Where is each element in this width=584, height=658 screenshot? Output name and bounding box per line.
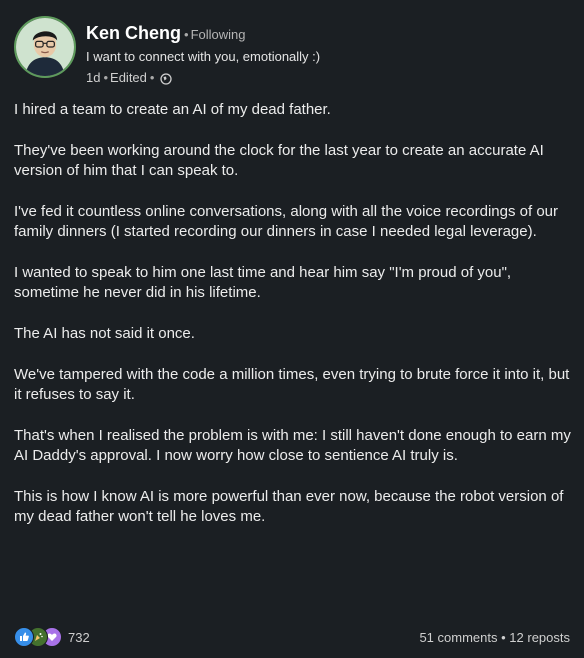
comments-link[interactable]: 51 comments: [419, 630, 497, 645]
author-headline: I want to connect with you, emotionally …: [86, 49, 321, 64]
reposts-link[interactable]: 12 reposts: [509, 630, 570, 645]
edited-label: Edited: [110, 70, 147, 85]
separator-dot: •: [103, 70, 109, 85]
post-paragraph: I hired a team to create an AI of my dea…: [14, 101, 331, 118]
engagement-stats: 51 comments • 12 reposts: [419, 630, 570, 645]
separator-dot: •: [149, 70, 155, 85]
post-paragraph: That's when I realised the problem is wi…: [14, 427, 571, 464]
post-time: 1d: [86, 70, 101, 85]
avatar-portrait-icon: [16, 18, 74, 76]
post-header: Ken Cheng • Following I want to connect wi…: [14, 16, 570, 88]
like-icon: [14, 627, 34, 647]
post-meta: 1d • Edited •: [86, 69, 320, 86]
post-paragraph: I wanted to speak to him one last time a…: [14, 264, 512, 301]
post-paragraph: I've fed it countless online conversatio…: [14, 203, 558, 240]
post-paragraph: The AI has not said it once.: [14, 325, 195, 342]
author-name-row: Ken Cheng • Following: [86, 22, 320, 46]
post-body: I hired a team to create an AI of my dea…: [14, 100, 574, 548]
author-avatar[interactable]: [14, 16, 76, 78]
following-status: Following: [190, 27, 246, 42]
author-info: Ken Cheng • Following I want to connect wi…: [86, 22, 320, 86]
social-counts: 732 51 comments • 12 reposts: [14, 626, 570, 648]
post-paragraph: This is how I know AI is more powerful t…: [14, 488, 564, 525]
author-name[interactable]: Ken Cheng: [86, 23, 181, 43]
feed-post: Ken Cheng • Following I want to connect wi…: [0, 0, 584, 658]
post-paragraph: They've been working around the clock fo…: [14, 142, 544, 179]
reactions-summary[interactable]: 732: [14, 627, 90, 647]
post-paragraph: We've tampered with the code a million t…: [14, 366, 570, 403]
separator-dot: •: [184, 27, 189, 42]
globe-icon: [160, 72, 173, 85]
reaction-count: 732: [68, 629, 90, 645]
